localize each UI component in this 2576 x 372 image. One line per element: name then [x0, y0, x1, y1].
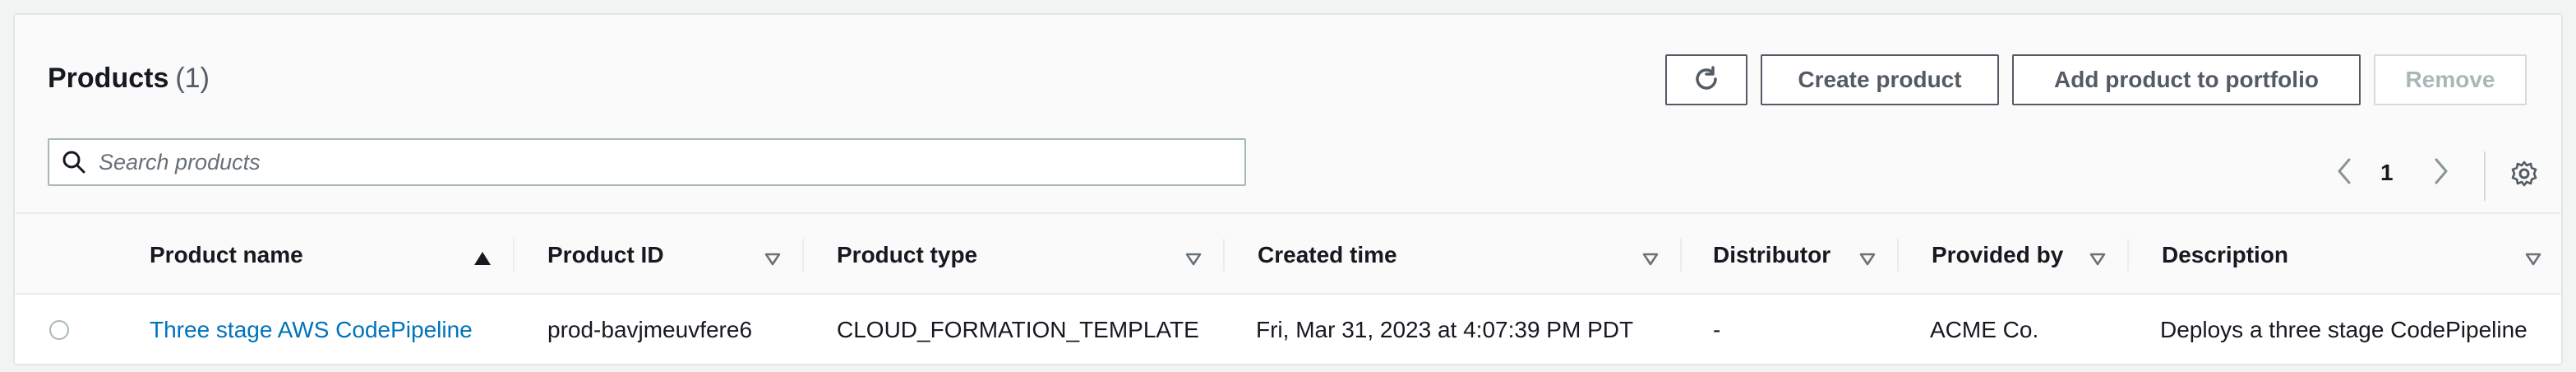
sort-icon — [1185, 245, 1202, 272]
sort-icon — [764, 245, 781, 272]
column-header-product-name[interactable]: Product name — [150, 214, 515, 296]
column-label: Product type — [837, 242, 978, 267]
column-divider — [1897, 239, 1899, 272]
column-header-description[interactable]: Description — [2162, 214, 2564, 296]
column-header-provided-by[interactable]: Provided by — [1932, 214, 2129, 296]
column-label: Product ID — [547, 242, 664, 267]
products-title: Products — [48, 63, 169, 94]
column-label: Description — [2162, 242, 2289, 267]
product-id-cell: prod-bavjmeuvfere6 — [547, 317, 753, 342]
add-to-portfolio-button[interactable]: Add product to portfolio — [2012, 54, 2361, 105]
gear-icon[interactable] — [2510, 160, 2538, 192]
panel-header: Products (1) Create product Add product t… — [15, 15, 2561, 212]
table-header: Product name Product ID Product type Cre… — [15, 212, 2561, 295]
column-label: Provided by — [1932, 242, 2064, 267]
column-header-product-id[interactable]: Product ID — [547, 214, 804, 296]
sort-icon — [2525, 245, 2541, 272]
products-count: (1) — [175, 63, 210, 94]
column-header-created-time[interactable]: Created time — [1258, 214, 1682, 296]
provided-by-cell: ACME Co. — [1930, 317, 2039, 342]
product-type-cell: CLOUD_FORMATION_TEMPLATE — [837, 317, 1199, 342]
remove-button[interactable]: Remove — [2374, 54, 2527, 105]
column-divider — [2127, 239, 2129, 272]
column-divider — [1223, 239, 1225, 272]
description-cell: Deploys a three stage CodePipeline — [2160, 317, 2528, 342]
refresh-icon — [1696, 66, 1717, 90]
column-divider — [802, 239, 804, 272]
search-field[interactable] — [48, 138, 1246, 186]
row-select-radio[interactable] — [49, 320, 69, 340]
created-time-cell: Fri, Mar 31, 2023 at 4:07:39 PM PDT — [1256, 317, 1634, 342]
search-input[interactable] — [99, 149, 1216, 175]
search-icon — [49, 150, 99, 174]
page-number[interactable]: 1 — [2380, 160, 2394, 186]
sort-icon — [1642, 245, 1659, 272]
chevron-right-icon[interactable] — [2431, 156, 2451, 190]
pagination-divider — [2484, 151, 2486, 201]
table-row[interactable]: Three stage AWS CodePipeline prod-bavjme… — [15, 295, 2561, 365]
column-label: Created time — [1258, 242, 1397, 267]
create-product-button[interactable]: Create product — [1761, 54, 1999, 105]
sort-ascending-icon — [473, 245, 492, 272]
column-divider — [1680, 239, 1682, 272]
products-table: Product name Product ID Product type Cre… — [15, 212, 2561, 364]
distributor-cell: - — [1713, 317, 1721, 342]
column-label: Product name — [150, 242, 303, 267]
product-name-link[interactable]: Three stage AWS CodePipeline — [150, 295, 473, 365]
chevron-left-icon[interactable] — [2334, 156, 2354, 190]
page-title: Products (1) — [48, 63, 210, 95]
sort-icon — [2089, 245, 2106, 272]
column-label: Distributor — [1713, 242, 1831, 267]
products-panel: Products (1) Create product Add product t… — [13, 13, 2563, 365]
column-header-product-type[interactable]: Product type — [837, 214, 1225, 296]
column-header-distributor[interactable]: Distributor — [1713, 214, 1899, 296]
sort-icon — [1859, 245, 1876, 272]
refresh-button[interactable] — [1665, 54, 1747, 105]
column-divider — [513, 239, 515, 272]
